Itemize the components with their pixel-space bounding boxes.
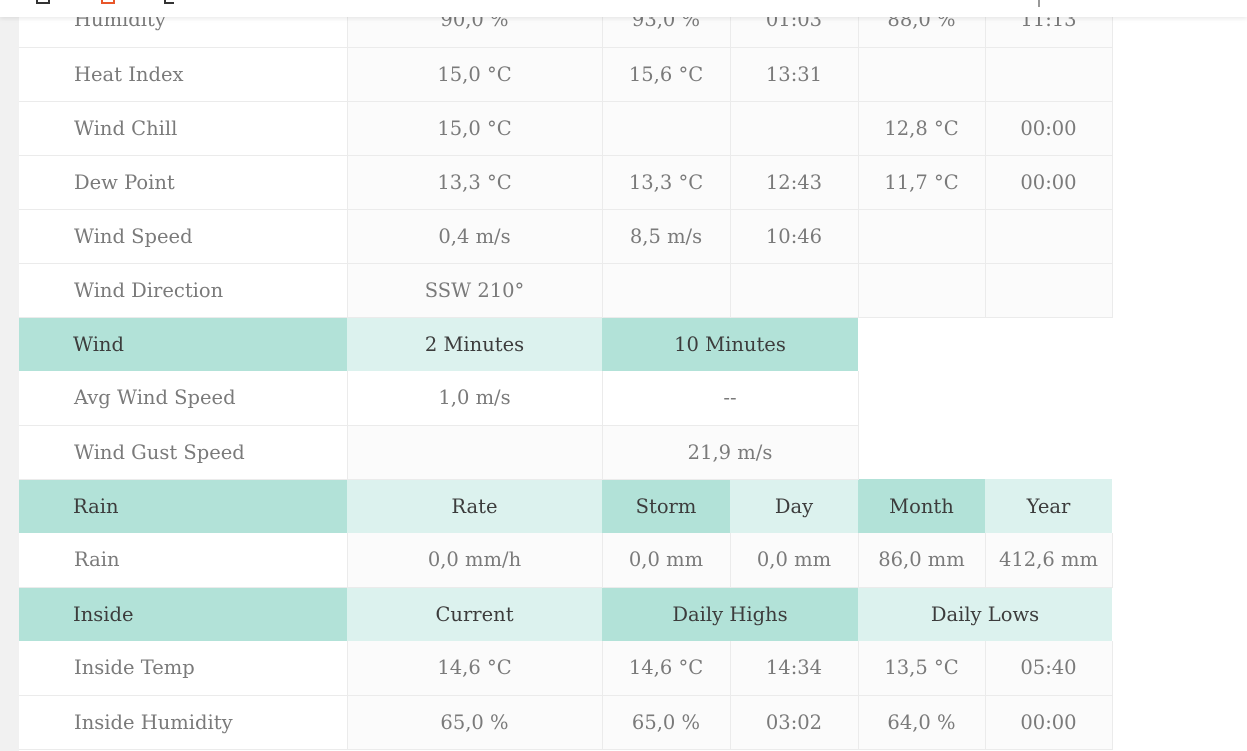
high-time: 03:02 [730, 695, 859, 750]
low-time: 00:00 [985, 101, 1113, 156]
column-header: Year [985, 479, 1112, 533]
low-time: 00:00 [985, 695, 1113, 750]
section-title: Inside [19, 587, 347, 641]
low-value [858, 209, 986, 264]
high-time [730, 101, 859, 156]
high-value: 65,0 % [602, 695, 731, 750]
row-label: Inside Humidity [19, 695, 348, 750]
column-header: Rate [347, 479, 602, 533]
row-label: Wind Chill [19, 101, 348, 156]
left-gutter [0, 0, 19, 751]
table-row-inside-temp: Inside Temp 14,6 °C 14,6 °C 14:34 13,5 °… [19, 641, 1113, 696]
low-value: 11,7 °C [858, 155, 986, 210]
top-toolbar [0, 0, 1247, 17]
high-time: 12:43 [730, 155, 859, 210]
column-header: Storm [602, 479, 730, 533]
section-header-inside: Inside Current Daily Highs Daily Lows [19, 587, 1112, 641]
table-row-inside-humidity: Inside Humidity 65,0 % 65,0 % 03:02 64,0… [19, 695, 1113, 750]
divider-icon [1038, 0, 1040, 7]
doc-icon[interactable] [101, 0, 115, 4]
table-row-heat-index: Heat Index 15,0 °C 15,6 °C 13:31 [19, 47, 1113, 102]
current-value: SSW 210° [347, 263, 603, 318]
high-value: 14,6 °C [602, 641, 731, 696]
high-value [602, 101, 731, 156]
low-time [985, 47, 1113, 102]
high-value: 8,5 m/s [602, 209, 731, 264]
section-header-rain: Rain Rate Storm Day Month Year [19, 479, 1112, 533]
current-value: 13,3 °C [347, 155, 603, 210]
current-value: 15,0 °C [347, 47, 603, 102]
column-header: Month [858, 479, 985, 533]
high-time [730, 263, 859, 318]
weather-data-table: Humidity 90,0 % 93,0 % 01:03 88,0 % 11:1… [19, 0, 1113, 750]
row-label: Wind Direction [19, 263, 348, 318]
current-value: 14,6 °C [347, 641, 603, 696]
low-value [858, 263, 986, 318]
table-row-wind-direction: Wind Direction SSW 210° [19, 263, 1113, 318]
high-value: 15,6 °C [602, 47, 731, 102]
row-label: Dew Point [19, 155, 348, 210]
table-row-dew-point: Dew Point 13,3 °C 13,3 °C 12:43 11,7 °C … [19, 155, 1113, 210]
low-value: 64,0 % [858, 695, 986, 750]
row-label: Inside Temp [19, 641, 348, 696]
column-header: Day [730, 479, 858, 533]
high-time: 13:31 [730, 47, 859, 102]
column-header: 10 Minutes [602, 317, 858, 371]
row-label: Rain [19, 533, 348, 588]
empty-cell [858, 317, 1112, 371]
section-title: Rain [19, 479, 347, 533]
table-row-avg-wind-speed: Avg Wind Speed 1,0 m/s -- [19, 371, 1112, 426]
empty-cell [858, 425, 1112, 479]
weather-page: Humidity 90,0 % 93,0 % 01:03 88,0 % 11:1… [0, 0, 1247, 751]
empty-cell [858, 371, 1112, 425]
current-value: 65,0 % [347, 695, 603, 750]
low-value: 12,8 °C [858, 101, 986, 156]
low-value [858, 47, 986, 102]
grid-icon[interactable] [36, 0, 50, 4]
section-title: Wind [19, 317, 347, 371]
low-time [985, 263, 1113, 318]
table-row-wind-chill: Wind Chill 15,0 °C 12,8 °C 00:00 [19, 101, 1113, 156]
month-value: 86,0 mm [858, 533, 986, 588]
two-min-value: 1,0 m/s [347, 371, 603, 426]
rate-value: 0,0 mm/h [347, 533, 603, 588]
table-row-wind-gust-speed: Wind Gust Speed 21,9 m/s [19, 425, 1112, 480]
two-min-value [347, 425, 603, 480]
low-value: 13,5 °C [858, 641, 986, 696]
year-value: 412,6 mm [985, 533, 1113, 588]
column-header: Daily Lows [858, 587, 1112, 641]
column-header: 2 Minutes [347, 317, 602, 371]
high-value [602, 263, 731, 318]
row-label: Wind Speed [19, 209, 348, 264]
day-value: 0,0 mm [730, 533, 859, 588]
ten-min-value: 21,9 m/s [602, 425, 859, 480]
low-time: 00:00 [985, 155, 1113, 210]
row-label: Avg Wind Speed [19, 371, 348, 426]
ten-min-value: -- [602, 371, 859, 426]
table-row-rain: Rain 0,0 mm/h 0,0 mm 0,0 mm 86,0 mm 412,… [19, 533, 1113, 588]
column-header: Current [347, 587, 602, 641]
column-header: Daily Highs [602, 587, 858, 641]
low-time [985, 209, 1113, 264]
table-row-wind-speed: Wind Speed 0,4 m/s 8,5 m/s 10:46 [19, 209, 1113, 264]
high-value: 13,3 °C [602, 155, 731, 210]
high-time: 14:34 [730, 641, 859, 696]
high-time: 10:46 [730, 209, 859, 264]
current-value: 0,4 m/s [347, 209, 603, 264]
section-header-wind: Wind 2 Minutes 10 Minutes [19, 317, 1112, 371]
current-value: 15,0 °C [347, 101, 603, 156]
low-time: 05:40 [985, 641, 1113, 696]
box-icon[interactable] [164, 0, 174, 4]
row-label: Heat Index [19, 47, 348, 102]
row-label: Wind Gust Speed [19, 425, 348, 480]
storm-value: 0,0 mm [602, 533, 731, 588]
